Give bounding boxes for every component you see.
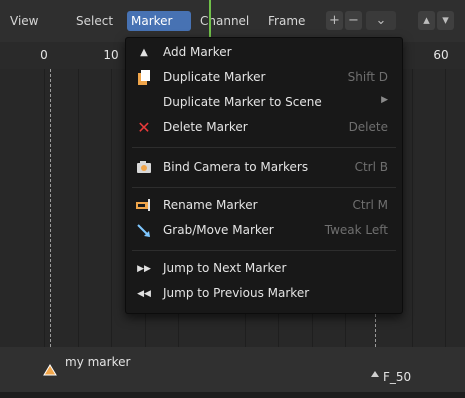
rename-icon	[136, 198, 152, 214]
menu-separator	[132, 147, 396, 148]
ruler-tick: 60	[433, 48, 449, 62]
grid-line	[78, 69, 79, 347]
menu-select[interactable]: Select	[72, 11, 117, 31]
minus-icon[interactable]: −	[345, 11, 362, 30]
menu-item-shortcut: Ctrl B	[354, 160, 388, 174]
menu-item-label: Duplicate Marker	[163, 70, 266, 84]
menu-item-label: Duplicate Marker to Scene	[163, 95, 322, 109]
menu-item-grab-move-marker[interactable]: Grab/Move Marker Tweak Left	[126, 219, 402, 243]
menu-item-bind-camera[interactable]: Bind Camera to Markers Ctrl B	[126, 156, 402, 180]
menu-item-add-marker[interactable]: ▲ Add Marker	[126, 41, 402, 65]
menu-channel[interactable]: Channel	[196, 11, 253, 31]
menu-marker[interactable]: Marker	[127, 11, 191, 31]
menu-item-jump-next[interactable]: ▶▶ Jump to Next Marker	[126, 257, 402, 281]
grid-line	[445, 69, 446, 347]
menu-item-label: Rename Marker	[163, 198, 258, 212]
marker-icon[interactable]	[370, 370, 380, 379]
delete-x-icon: ✕	[137, 118, 151, 137]
move-arrow-icon	[136, 223, 152, 239]
jump-next-icon: ▶▶	[137, 264, 151, 274]
menu-item-shortcut: Ctrl M	[352, 198, 388, 212]
grid-line	[412, 69, 413, 347]
menu-item-delete-marker[interactable]: ✕ Delete Marker Delete	[126, 116, 402, 140]
menu-item-shortcut: Tweak Left	[324, 223, 388, 237]
menu-frame[interactable]: Frame	[264, 11, 309, 31]
chevron-down-icon[interactable]: ⌄	[366, 11, 396, 30]
camera-icon	[136, 160, 152, 176]
add-icon[interactable]: +	[326, 11, 343, 30]
menu-item-rename-marker[interactable]: Rename Marker Ctrl M	[126, 194, 402, 218]
menu-item-label: Delete Marker	[163, 120, 248, 134]
header-menubar: View Select Marker Channel Frame + − ⌄ ▴…	[0, 0, 465, 42]
menu-item-label: Jump to Next Marker	[163, 261, 287, 275]
duplicate-icon	[136, 70, 152, 86]
ruler-tick: 0	[40, 48, 48, 62]
marker-line-selected	[50, 69, 51, 347]
marker-menu-dropdown: ▲ Add Marker Duplicate Marker Shift D Du…	[125, 37, 403, 314]
jump-previous-icon: ◀◀	[137, 289, 151, 299]
grid-line	[111, 69, 112, 347]
marker-name-label: my marker	[65, 355, 131, 369]
menu-item-duplicate-marker[interactable]: Duplicate Marker Shift D	[126, 66, 402, 90]
menu-item-shortcut: Shift D	[347, 70, 388, 84]
menu-item-duplicate-marker-to-scene[interactable]: Duplicate Marker to Scene ▶	[126, 91, 402, 115]
ruler-tick: 10	[103, 48, 119, 62]
arrow-down-icon[interactable]: ▾	[437, 11, 454, 30]
grid-line	[44, 69, 45, 347]
menu-separator	[132, 187, 396, 188]
triangle-marker-icon: ▲	[140, 47, 148, 58]
submenu-arrow-icon: ▶	[381, 95, 388, 105]
menu-item-jump-previous[interactable]: ◀◀ Jump to Previous Marker	[126, 282, 402, 306]
menu-item-label: Jump to Previous Marker	[163, 286, 310, 300]
menu-item-label: Bind Camera to Markers	[163, 160, 309, 174]
frame-marker-label: F_50	[383, 370, 412, 384]
arrow-up-icon[interactable]: ▴	[418, 11, 435, 30]
marker-selected-icon[interactable]	[43, 364, 57, 376]
menu-view[interactable]: View	[6, 11, 42, 31]
menu-item-label: Grab/Move Marker	[163, 223, 274, 237]
menu-separator	[132, 250, 396, 251]
menu-item-shortcut: Delete	[348, 120, 388, 134]
menu-item-label: Add Marker	[163, 45, 232, 59]
